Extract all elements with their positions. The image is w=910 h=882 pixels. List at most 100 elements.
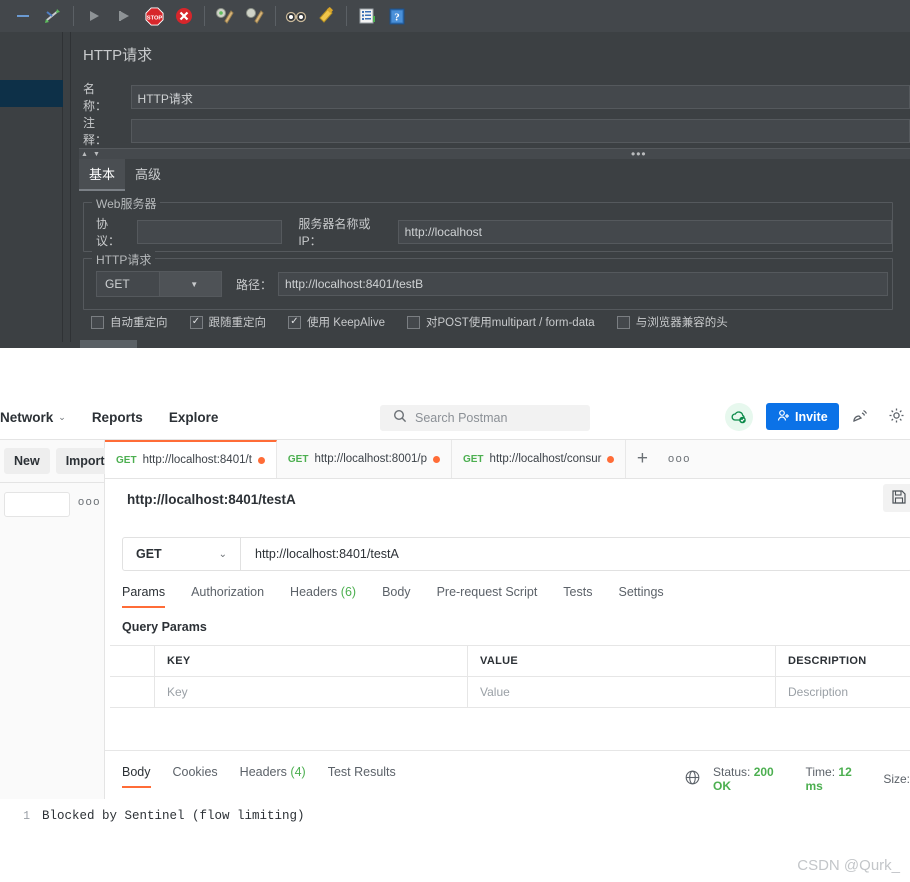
nav-item-network[interactable]: Network ⌄ bbox=[0, 410, 66, 425]
globe-icon[interactable] bbox=[685, 770, 700, 788]
table-gutter bbox=[110, 646, 155, 676]
nav-item-reports[interactable]: Reports bbox=[92, 410, 143, 425]
tab-pre-request-script[interactable]: Pre-request Script bbox=[437, 585, 538, 606]
response-status-bar: Status: 200 OK Time: 12 ms Size: bbox=[685, 765, 910, 793]
invite-button[interactable]: Invite bbox=[766, 403, 839, 430]
save-icon bbox=[892, 489, 906, 507]
gear-icon[interactable] bbox=[888, 407, 905, 428]
method-selector[interactable]: GET ⌄ bbox=[123, 538, 241, 570]
new-tab-button[interactable]: + bbox=[626, 440, 658, 478]
tree-selected-node[interactable] bbox=[0, 80, 63, 107]
checkbox-keepalive[interactable]: ✓ 使用 KeepAlive bbox=[288, 314, 385, 330]
tab-overflow-button[interactable]: ooo bbox=[658, 440, 700, 478]
method-select[interactable]: GET ▼ bbox=[96, 271, 222, 297]
response-body-viewer[interactable]: 1 Blocked by Sentinel (flow limiting) bbox=[0, 799, 910, 882]
chevron-down-icon[interactable]: ⌄ bbox=[219, 549, 227, 560]
sidebar-actions: New Import bbox=[4, 448, 115, 474]
request-tab[interactable]: GET http://localhost/consur bbox=[451, 440, 627, 478]
scrollbar-thumb[interactable] bbox=[80, 340, 137, 348]
checkbox-box[interactable] bbox=[91, 315, 104, 329]
time-label: Time: bbox=[805, 765, 836, 779]
tab-body[interactable]: Body bbox=[382, 585, 411, 606]
checkbox-auto-redirect[interactable]: 自动重定向 bbox=[91, 314, 168, 330]
row-checkbox-cell[interactable] bbox=[110, 677, 155, 707]
name-input[interactable]: HTTP请求 bbox=[130, 85, 910, 109]
save-button[interactable]: S bbox=[883, 484, 910, 512]
path-input[interactable]: http://localhost:8401/testB bbox=[278, 272, 889, 296]
checkbox-follow-redirect[interactable]: ✓ 跟随重定向 bbox=[189, 314, 266, 330]
svg-text:STOP: STOP bbox=[146, 15, 162, 21]
line-number: 1 bbox=[23, 810, 30, 823]
tab-method: GET bbox=[287, 453, 309, 465]
satellite-icon[interactable] bbox=[852, 407, 869, 428]
reset-search-icon[interactable] bbox=[311, 3, 341, 29]
server-input[interactable]: http://localhost bbox=[397, 220, 892, 244]
tab-url: http://localhost:8401/t bbox=[142, 454, 252, 466]
jmeter-test-plan-tree[interactable] bbox=[0, 32, 63, 342]
panel-overflow-dots[interactable]: ••• bbox=[631, 147, 647, 161]
cell-key[interactable]: Key bbox=[155, 677, 468, 707]
checkbox-label: 自动重定向 bbox=[110, 317, 168, 329]
checkbox-box[interactable]: ✓ bbox=[189, 315, 203, 329]
start-icon[interactable] bbox=[79, 3, 109, 29]
jmeter-horizontal-scrollbar[interactable] bbox=[80, 340, 910, 348]
new-button[interactable]: New bbox=[4, 448, 50, 474]
tab-label: Settings bbox=[618, 585, 664, 599]
protocol-label: 协议： bbox=[96, 217, 121, 248]
cell-value[interactable]: Value bbox=[468, 677, 776, 707]
response-tab-headers[interactable]: Headers (4) bbox=[240, 765, 306, 786]
comment-input[interactable] bbox=[130, 119, 910, 143]
sidebar-more-button[interactable]: ooo bbox=[78, 496, 101, 508]
search-icon[interactable] bbox=[281, 3, 311, 29]
tab-count: (4) bbox=[290, 765, 306, 779]
checkbox-multipart[interactable]: 对POST使用multipart / form-data bbox=[406, 314, 595, 330]
cell-description[interactable]: Description bbox=[776, 677, 910, 707]
chevron-down-icon[interactable]: ▼ bbox=[158, 272, 221, 296]
path-label: 路径： bbox=[236, 277, 273, 292]
panel-collapse-bar[interactable]: ▲ ▼ bbox=[79, 148, 910, 159]
function-helper-icon[interactable] bbox=[352, 3, 382, 29]
clear-icon[interactable] bbox=[210, 3, 240, 29]
minimize-icon[interactable] bbox=[8, 3, 38, 29]
unsaved-dot-icon bbox=[607, 455, 615, 463]
tab-params[interactable]: Params bbox=[122, 585, 166, 608]
help-icon[interactable]: ? bbox=[382, 3, 412, 29]
request-tab[interactable]: GET http://localhost:8001/p bbox=[276, 440, 452, 478]
nav-item-explore[interactable]: Explore bbox=[169, 410, 219, 425]
chevron-down-icon[interactable]: ⌄ bbox=[58, 412, 66, 423]
url-input[interactable]: http://localhost:8401/testA bbox=[241, 538, 910, 570]
tab-label: Headers bbox=[290, 585, 338, 599]
response-tab-test-results[interactable]: Test Results bbox=[328, 765, 396, 786]
query-params-table: KEY VALUE DESCRIPTION Key Value Descript… bbox=[110, 645, 910, 708]
stop-icon[interactable]: STOP bbox=[139, 3, 169, 29]
tab-label: Pre-request Script bbox=[436, 585, 538, 599]
tab-url: http://localhost:8001/p bbox=[314, 453, 427, 465]
protocol-input[interactable] bbox=[137, 220, 283, 244]
tab-tests[interactable]: Tests bbox=[563, 585, 592, 606]
search-input[interactable]: Search Postman bbox=[380, 405, 590, 431]
tab-advanced[interactable]: 高级 bbox=[125, 159, 171, 191]
collapse-down-icon[interactable]: ▼ bbox=[93, 151, 100, 158]
start-no-pauses-icon[interactable] bbox=[109, 3, 139, 29]
table-row[interactable]: Key Value Description bbox=[110, 677, 910, 708]
response-tab-cookies[interactable]: Cookies bbox=[173, 765, 218, 786]
tab-settings[interactable]: Settings bbox=[618, 585, 663, 606]
http-options-checkboxes: 自动重定向 ✓ 跟随重定向 ✓ 使用 KeepAlive 对POST使用mult… bbox=[91, 314, 750, 330]
cloud-sync-icon[interactable] bbox=[725, 403, 753, 431]
tab-headers[interactable]: Headers (6) bbox=[290, 585, 356, 606]
tab-authorization[interactable]: Authorization bbox=[191, 585, 264, 606]
checkbox-browser-headers[interactable]: 与浏览器兼容的头 bbox=[616, 314, 728, 330]
clear-all-icon[interactable] bbox=[240, 3, 270, 29]
tab-basic[interactable]: 基本 bbox=[79, 159, 126, 191]
sidebar-search-input[interactable] bbox=[4, 492, 70, 517]
checkbox-box[interactable]: ✓ bbox=[288, 315, 301, 329]
checkbox-box[interactable] bbox=[406, 315, 420, 329]
response-tab-body[interactable]: Body bbox=[122, 765, 151, 788]
request-tab[interactable]: GET http://localhost:8401/t bbox=[105, 440, 277, 478]
tab-url: http://localhost/consur bbox=[489, 453, 602, 465]
collapse-up-icon[interactable]: ▲ bbox=[81, 151, 88, 158]
shuffle-icon[interactable] bbox=[38, 3, 68, 29]
checkbox-box[interactable] bbox=[616, 315, 630, 329]
shutdown-icon[interactable] bbox=[169, 3, 199, 29]
tree-splitter[interactable] bbox=[63, 32, 71, 342]
